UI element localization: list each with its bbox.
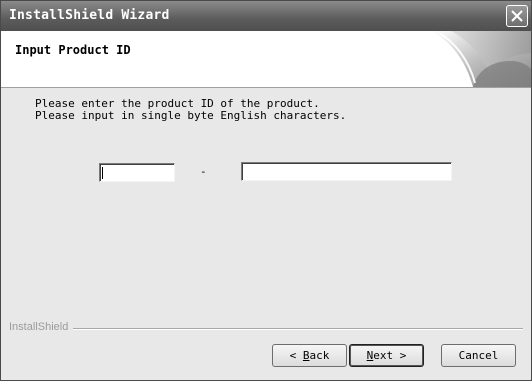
next-button[interactable]: Next > <box>349 344 424 367</box>
product-id-field-1[interactable] <box>99 163 175 182</box>
text-caret <box>102 167 103 179</box>
back-prefix: < <box>289 349 303 362</box>
installshield-banner-art <box>431 31 531 87</box>
window-title: InstallShield Wizard <box>9 8 170 23</box>
instruction-text: Please enter the product ID of the produ… <box>35 98 346 122</box>
installshield-wizard-window: InstallShield Wizard Input Product ID Pl… <box>0 0 532 381</box>
cancel-button[interactable]: Cancel <box>441 344 516 367</box>
product-id-field-2[interactable] <box>241 162 452 181</box>
instruction-line-2: Please input in single byte English char… <box>35 109 347 122</box>
back-mnemonic: B <box>302 349 310 362</box>
product-id-separator: - <box>200 165 207 178</box>
page-title: Input Product ID <box>15 43 131 57</box>
wizard-header: Input Product ID <box>1 31 531 88</box>
back-label-rest: ack <box>309 349 330 362</box>
footer-divider <box>73 328 523 330</box>
title-bar[interactable]: InstallShield Wizard <box>1 1 531 31</box>
close-icon <box>511 10 523 22</box>
close-button[interactable] <box>506 5 528 27</box>
back-button[interactable]: < Back <box>272 344 347 367</box>
installshield-brand-label: InstallShield <box>9 321 69 333</box>
wizard-body: Please enter the product ID of the produ… <box>1 88 531 380</box>
installshield-brand-row: InstallShield <box>1 321 531 335</box>
next-label-rest: ext > <box>373 349 407 362</box>
